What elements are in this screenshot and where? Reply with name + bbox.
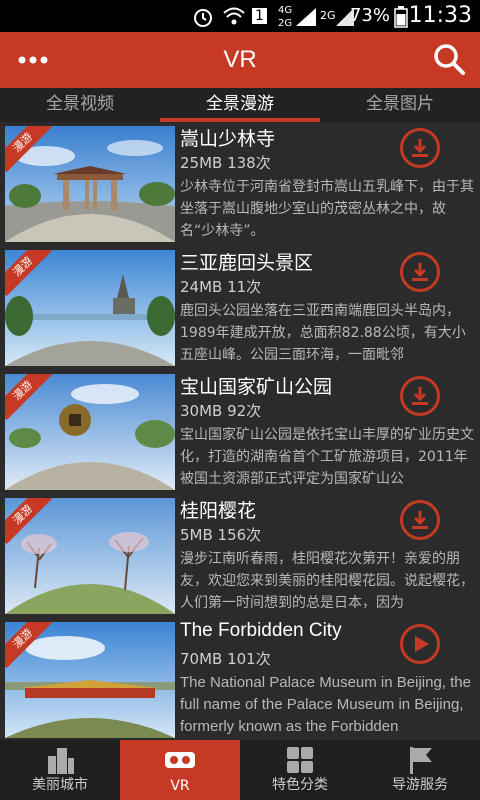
page-title: VR <box>223 46 257 73</box>
download-icon <box>412 511 428 529</box>
signal-4g-icon: 4G 2G <box>278 5 293 29</box>
bottom-navigation: 美丽城市 VR 特色分类 导游服务 <box>0 740 480 800</box>
download-icon <box>412 139 428 157</box>
status-bar: 1 4G 2G 2G 73% 11:33 <box>0 0 480 32</box>
download-icon <box>412 263 428 281</box>
signal-strength-icon <box>296 8 316 26</box>
nav-vr[interactable]: VR <box>120 740 240 800</box>
nav-label: 导游服务 <box>392 777 448 793</box>
sim-slot-icon: 1 <box>252 0 267 32</box>
item-title: 三亚鹿回头景区 <box>180 252 314 274</box>
list-item[interactable]: 漫游 三亚鹿回头景区 24MB 11次 鹿回头公园坐落在三亚西南端鹿回头半岛内，… <box>0 246 480 370</box>
nav-label: 特色分类 <box>272 777 328 793</box>
nav-featured-categories[interactable]: 特色分类 <box>240 740 360 800</box>
item-description: 少林寺位于河南省登封市嵩山五乳峰下，由于其坐落于嵩山腹地少室山的茂密丛林之中，故… <box>180 179 474 239</box>
alarm-icon <box>194 9 212 27</box>
item-meta: 25MB 138次 <box>180 154 271 172</box>
battery-icon <box>394 6 408 28</box>
thumbnail-forbidden-city: 漫游 <box>5 622 175 738</box>
city-buildings-icon <box>48 748 74 774</box>
download-button[interactable] <box>400 252 440 292</box>
play-icon <box>415 636 429 652</box>
item-title: 宝山国家矿山公园 <box>180 376 333 398</box>
item-description: 宝山国家矿山公园是依托宝山丰厚的矿业历史文化，打造的湖南省首个工矿旅游项目，20… <box>180 427 474 487</box>
app-bar: VR <box>0 32 480 88</box>
tab-panorama-video[interactable]: 全景视频 <box>0 88 160 122</box>
nav-label: 美丽城市 <box>32 777 88 793</box>
flag-icon <box>410 747 432 774</box>
item-meta: 5MB 156次 <box>180 526 262 544</box>
search-icon <box>434 44 465 75</box>
wifi-icon <box>223 7 245 25</box>
list-item[interactable]: 漫游 嵩山少林寺 25MB 138次 少林寺位于河南省登封市嵩山五乳峰下，由于其… <box>0 122 480 246</box>
item-meta: 24MB 11次 <box>180 278 262 296</box>
nav-label: VR <box>170 778 190 794</box>
clock: 11:33 <box>408 3 472 28</box>
battery-percent: 73% <box>349 5 390 26</box>
thumbnail-baoshan: 漫游 <box>5 374 175 490</box>
vr-headset-icon <box>165 752 195 768</box>
tab-panorama-images[interactable]: 全景图片 <box>320 88 480 122</box>
nav-tour-guide-service[interactable]: 导游服务 <box>360 740 480 800</box>
item-meta: 70MB 101次 <box>180 650 271 668</box>
download-button[interactable] <box>400 376 440 416</box>
tab-bar: 全景视频 全景漫游 全景图片 <box>0 88 480 122</box>
search-button[interactable] <box>430 40 470 80</box>
download-icon <box>412 387 428 405</box>
thumbnail-guiyang-cherry: 漫游 <box>5 498 175 614</box>
play-button[interactable] <box>400 624 440 664</box>
download-button[interactable] <box>400 500 440 540</box>
item-title: The Forbidden City <box>180 620 342 641</box>
list-item[interactable]: 漫游 The Forbidden City 70MB 101次 The Nati… <box>0 618 480 740</box>
list-item[interactable]: 漫游 桂阳樱花 5MB 156次 漫步江南听春雨，桂阳樱花次第开！亲爱的朋友，欢… <box>0 494 480 618</box>
item-description: 漫步江南听春雨，桂阳樱花次第开！亲爱的朋友，欢迎您来到美丽的桂阳樱花园。说起樱花… <box>180 551 474 611</box>
list-item[interactable]: 漫游 宝山国家矿山公园 30MB 92次 宝山国家矿山公园是依托宝山丰厚的矿业历… <box>0 370 480 494</box>
download-button[interactable] <box>400 128 440 168</box>
tab-panorama-tour[interactable]: 全景漫游 <box>160 88 320 122</box>
item-description: 鹿回头公园坐落在三亚西南端鹿回头半岛内，1989年建成开放，总面积82.88公顷… <box>180 303 466 363</box>
item-description: The National Palace Museum in Beijing, t… <box>180 674 471 735</box>
nav-beautiful-cities[interactable]: 美丽城市 <box>0 740 120 800</box>
signal-2g-icon: 2G <box>320 9 336 22</box>
item-meta: 30MB 92次 <box>180 402 262 420</box>
thumbnail-shaolin: 漫游 <box>5 126 175 242</box>
tour-list: 漫游 嵩山少林寺 25MB 138次 少林寺位于河南省登封市嵩山五乳峰下，由于其… <box>0 122 480 740</box>
item-title: 嵩山少林寺 <box>180 128 276 150</box>
thumbnail-sanya: 漫游 <box>5 250 175 366</box>
item-title: 桂阳樱花 <box>180 500 257 522</box>
grid-icon <box>287 747 313 773</box>
